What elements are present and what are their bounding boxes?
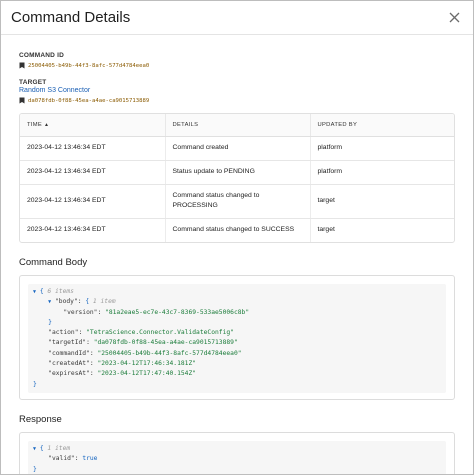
target-label: TARGET xyxy=(19,79,47,86)
dialog-header: Command Details xyxy=(1,1,473,35)
table-row: 2023-04-12 13:46:34 EDT Command status c… xyxy=(20,184,454,219)
item-count: 1 item xyxy=(92,298,116,306)
copy-id-icon[interactable] xyxy=(19,97,25,104)
cell-updated-by: target xyxy=(317,226,335,234)
cell-details: Command status changed to SUCCESS xyxy=(165,218,311,242)
item-count: 1 item xyxy=(47,444,71,452)
target-block: TARGET Random S3 Connector da078fdb-0f88… xyxy=(19,79,455,105)
response-heading: Response xyxy=(19,413,62,425)
history-table: TIME ▲ DETAILS UPDATED BY 2023-04-12 13:4… xyxy=(20,114,454,242)
cell-updated-by: platform xyxy=(310,160,454,185)
close-button[interactable] xyxy=(445,9,463,27)
table-row: 2023-04-12 13:46:34 EDT Command status c… xyxy=(20,218,454,242)
cell-details: Command status changed to PROCESSING xyxy=(165,184,311,219)
target-name-link[interactable]: Random S3 Connector xyxy=(19,87,455,94)
table-row: 2023-04-12 13:46:34 EDT Command created … xyxy=(20,136,454,161)
target-id-value: da078fdb-0f88-45ea-a4ae-ca9015713889 xyxy=(28,97,150,104)
json-viewer: ▼ { 6 items ▼ "body": { 1 item "version"… xyxy=(28,284,446,393)
close-icon xyxy=(449,12,459,23)
table-row: 2023-04-12 13:46:34 EDT Status update to… xyxy=(20,160,454,185)
collapse-caret-icon[interactable]: ▼ xyxy=(33,446,36,452)
history-table-card: TIME ▲ DETAILS UPDATED BY 2023-04-12 13:4… xyxy=(19,113,455,243)
column-header-details[interactable]: DETAILS xyxy=(165,114,311,137)
cell-time: 2023-04-12 13:46:34 EDT xyxy=(20,136,166,161)
copy-id-icon[interactable] xyxy=(19,62,25,69)
command-body-heading: Command Body xyxy=(19,257,88,268)
cell-time: 2023-04-12 13:46:34 EDT xyxy=(20,218,166,242)
target-id-row[interactable]: da078fdb-0f88-45ea-a4ae-ca9015713889 xyxy=(19,96,455,105)
command-body-card: ▼ { 6 items ▼ "body": { 1 item "version"… xyxy=(19,275,455,400)
dialog-body: COMMAND ID 25004405-b49b-44f3-8afc-577d4… xyxy=(1,35,473,474)
cell-time: 2023-04-12 13:46:34 EDT xyxy=(20,160,166,185)
cell-updated-by: target xyxy=(310,184,454,219)
table-header-row: TIME ▲ DETAILS UPDATED BY xyxy=(20,114,454,137)
command-id-label: COMMAND ID xyxy=(19,52,64,59)
column-header-time[interactable]: TIME ▲ xyxy=(20,114,166,137)
dialog-title: Command Details xyxy=(11,9,131,26)
cell-details: Status update to PENDING xyxy=(165,160,311,185)
collapse-caret-icon[interactable]: ▼ xyxy=(33,289,36,295)
column-header-updated-by[interactable]: UPDATED BY xyxy=(310,114,454,137)
command-details-dialog: Command Details COMMAND ID 25004405-b49b… xyxy=(0,0,474,475)
json-viewer: ▼ { 1 item "valid": true } xyxy=(28,440,446,474)
command-id-block: COMMAND ID 25004405-b49b-44f3-8afc-577d4… xyxy=(19,52,455,70)
item-count: 6 items xyxy=(47,288,74,295)
collapse-caret-icon[interactable]: ▼ xyxy=(48,299,51,305)
command-id-row[interactable]: 25004405-b49b-44f3-8afc-577d4784eea0 xyxy=(19,61,455,70)
cell-time: 2023-04-12 13:46:34 EDT xyxy=(20,184,166,219)
command-id-value: 25004405-b49b-44f3-8afc-577d4784eea0 xyxy=(28,62,150,69)
cell-details: Command created xyxy=(165,136,311,161)
cell-updated-by: platform xyxy=(310,136,454,161)
sort-ascending-icon[interactable]: ▲ xyxy=(44,122,49,128)
response-card: ▼ { 1 item "valid": true } xyxy=(19,431,455,474)
